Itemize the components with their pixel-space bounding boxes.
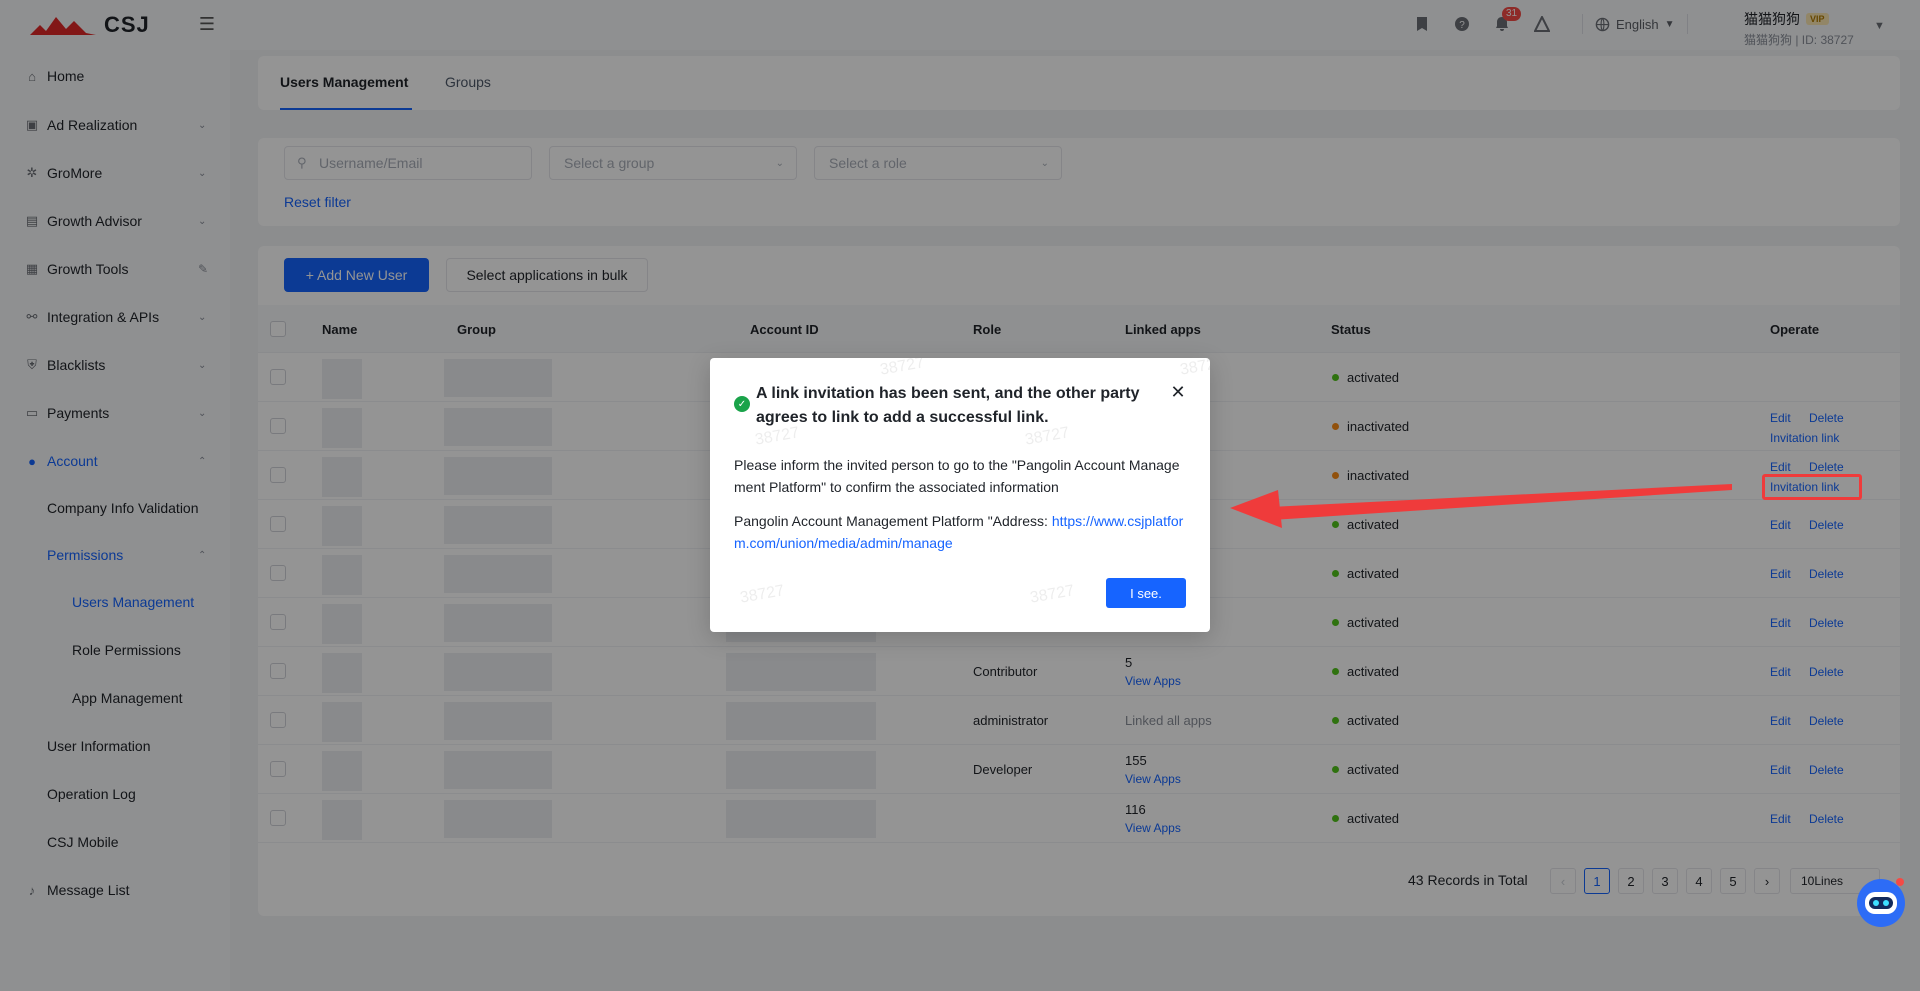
dialog-title: A link invitation has been sent, and the… xyxy=(756,385,1140,426)
success-check-icon: ✓ xyxy=(734,396,750,412)
annotation-arrow xyxy=(1230,484,1732,528)
watermark: 38727 xyxy=(1178,358,1210,379)
dialog-address: Pangolin Account Management Platform "Ad… xyxy=(734,510,1186,554)
watermark: 38727 xyxy=(738,582,786,607)
i-see-button[interactable]: I see. xyxy=(1106,578,1186,608)
assistant-robot-icon[interactable] xyxy=(1856,876,1906,930)
watermark: 38727 xyxy=(878,358,926,379)
invitation-sent-dialog: 38727 38727 38727 38727 38727 38727 ✓ A … xyxy=(710,358,1210,632)
annotation-highlight-box xyxy=(1762,474,1862,500)
dialog-instructions: Please inform the invited person to go t… xyxy=(734,457,1180,495)
address-label: Pangolin Account Management Platform "Ad… xyxy=(734,513,1052,529)
watermark: 38727 xyxy=(1028,582,1076,607)
close-icon[interactable]: ✕ xyxy=(1168,382,1188,402)
